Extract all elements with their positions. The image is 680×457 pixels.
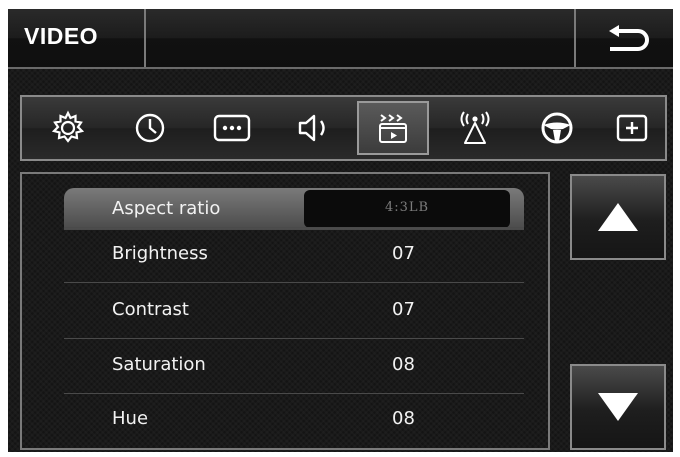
add-icon: [616, 114, 648, 142]
brightness-row[interactable]: Brightness 07: [64, 227, 524, 283]
category-icon-bar: [20, 95, 667, 161]
extra-tab[interactable]: [596, 101, 668, 155]
page-title: VIDEO: [24, 23, 99, 49]
settings-tab[interactable]: [32, 101, 104, 155]
antenna-icon: [460, 111, 490, 144]
steering-wheel-icon: [541, 112, 573, 144]
hue-row[interactable]: Hue 08: [64, 392, 524, 447]
video-tab[interactable]: [357, 101, 429, 155]
triangle-down-icon: [598, 393, 638, 421]
header-divider: [144, 9, 146, 67]
triangle-up-icon: [598, 203, 638, 231]
contrast-row[interactable]: Contrast 07: [64, 283, 524, 339]
audio-tab[interactable]: [278, 101, 350, 155]
video-settings-screen: VIDEO Aspect ratio 4:3LB Brightness 07 C…: [8, 9, 673, 452]
aspect-ratio-value: 4:3LB: [384, 200, 430, 215]
hue-label: Hue: [112, 408, 149, 429]
contrast-value: 07: [392, 299, 415, 320]
header-bar: VIDEO: [8, 9, 673, 69]
radio-tab[interactable]: [439, 101, 511, 155]
speaker-icon: [298, 114, 325, 142]
video-icon: [379, 114, 407, 143]
brightness-label: Brightness: [112, 243, 208, 264]
clock-icon: [135, 113, 165, 143]
contrast-label: Contrast: [112, 299, 189, 320]
more-tab[interactable]: [196, 101, 268, 155]
steering-tab[interactable]: [521, 101, 593, 155]
hue-value: 08: [392, 408, 415, 429]
settings-list: Aspect ratio 4:3LB Brightness 07 Contras…: [20, 172, 550, 450]
more-icon: [213, 114, 251, 142]
back-button[interactable]: [576, 9, 673, 67]
clock-tab[interactable]: [114, 101, 186, 155]
aspect-ratio-value-box[interactable]: 4:3LB: [304, 190, 510, 228]
saturation-label: Saturation: [112, 354, 206, 375]
scroll-down-button[interactable]: [570, 364, 666, 450]
back-arrow-icon: [609, 25, 649, 51]
brightness-value: 07: [392, 243, 415, 264]
aspect-ratio-label: Aspect ratio: [112, 198, 221, 219]
saturation-row[interactable]: Saturation 08: [64, 338, 524, 394]
scroll-up-button[interactable]: [570, 174, 666, 260]
saturation-value: 08: [392, 354, 415, 375]
aspect-ratio-row[interactable]: Aspect ratio 4:3LB: [64, 188, 524, 230]
settings-icon: [51, 110, 85, 143]
